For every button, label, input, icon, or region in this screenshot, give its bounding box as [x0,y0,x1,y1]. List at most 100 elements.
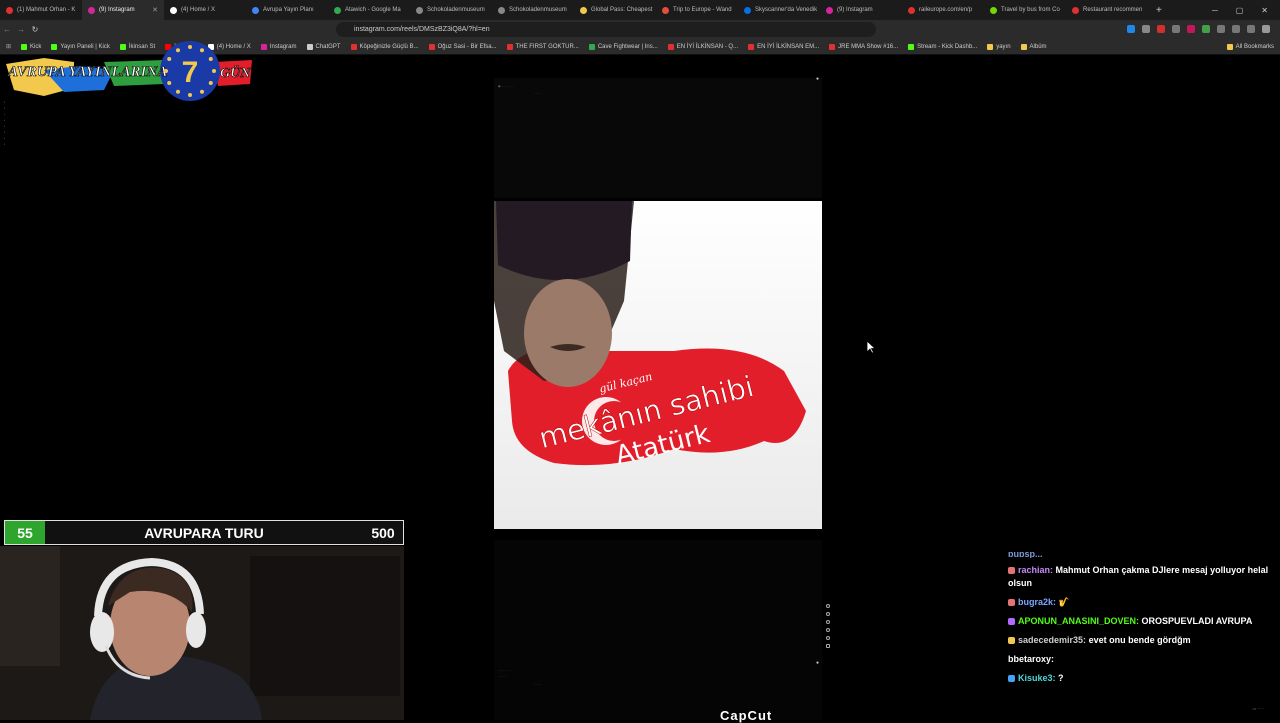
bookmark-label: Cave Fightwear | Ins... [597,43,658,50]
bookmark-item[interactable]: Oğuz Sasi - Bir Efsa... [428,43,497,50]
tab-title: (9) Instagram [99,7,135,13]
bookmark-item[interactable]: THE FIRST GOKTUR... [506,43,579,50]
browser-tab[interactable]: Atawich - Google Ma [328,0,410,20]
url-input[interactable]: instagram.com/reels/DMSzBZ3iQ8A/?hl=en [336,22,876,37]
new-tab-button[interactable]: + [1148,5,1170,16]
browser-tab[interactable]: Avrupa Yayın Planı [246,0,328,20]
bookmark-item[interactable]: yayın [987,43,1011,50]
eu-star-icon [176,48,180,53]
chat-text: evet onu bende gördğm [1088,635,1191,645]
bookmark-item[interactable]: JRE MMA Show #16... [829,43,899,50]
like-icon[interactable] [826,604,830,608]
extension-icon[interactable] [1172,25,1180,33]
extension-icon[interactable] [1187,25,1195,33]
bookmark-item[interactable]: Albüm [1020,43,1047,50]
browser-tab[interactable]: Global Pass: Cheapest [574,0,656,20]
extension-icon[interactable] [1157,25,1165,33]
browser-tab[interactable]: (9) Instagram ✕ [82,0,164,20]
profile-icon[interactable] [1247,25,1255,33]
browser-tab[interactable]: Schokoladenmuseum [410,0,492,20]
eu-star-icon [167,57,172,61]
bookmark-item[interactable]: EN İYİ İLKİNSAN EM... [748,43,819,50]
bookmark-item[interactable]: EN İYİ İLKİNSAN - Q... [667,43,738,50]
menu-icon[interactable] [1262,25,1270,33]
browser-tab[interactable]: raileurope.com/en/p [902,0,984,20]
reel-more-icon[interactable]: ● [816,76,819,82]
browser-tab[interactable]: Trip to Europe - Wand [656,0,738,20]
score-right-value: 500 [371,524,395,541]
chat-username[interactable]: Kisuke3: [1018,673,1056,683]
browser-tab[interactable]: (9) Instagram [820,0,902,20]
reel-username[interactable]: ······· · ···· [498,668,512,672]
chat-text: ? [1058,673,1064,683]
minimize-icon[interactable]: ─ [1212,6,1218,15]
bookmark-item[interactable]: Köpeğinizle Güçlü B... [350,43,419,50]
sidebar-item[interactable]: • [0,142,30,148]
bookmark-item[interactable]: Cave Fightwear | Ins... [588,43,658,50]
tab-favicon-icon [334,6,341,14]
address-bar-row: ← → ↻ instagram.com/reels/DMSzBZ3iQ8A/?h… [0,20,1280,39]
tab-title: Restaurant recommen [1083,7,1143,13]
chat-message: sadecedemir35: evet onu bende gördğm [1008,634,1270,647]
bookmark-label: Albüm [1029,43,1047,50]
all-bookmarks-button[interactable]: All Bookmarks [1226,43,1280,50]
close-window-icon[interactable]: ✕ [1261,6,1268,15]
banner-text-left: AVRUPA YAYINLARINA [7,64,167,80]
bookmark-item[interactable]: Instagram [260,43,297,50]
chat-username[interactable]: APONUN_ANASINI_DOVEN: [1018,616,1139,626]
banner-number: 7 [182,56,199,89]
chat-username[interactable]: sadecedemir35: [1018,635,1086,645]
chat-badge-icon [1008,618,1015,625]
tab-list: (1) Mahmut Orhan - K (9) Instagram ✕ (4) Ho… [0,0,1148,20]
chat-username[interactable]: bbetaroxy: [1008,654,1054,664]
extension-icon[interactable] [1202,25,1210,33]
browser-tab[interactable]: (1) Mahmut Orhan - K [0,0,82,20]
comment-icon[interactable] [826,612,830,616]
tab-favicon-icon [6,6,13,14]
chat-username[interactable]: bugra2k: [1018,597,1056,607]
reel-audio[interactable]: ········ [534,91,542,95]
next-reel[interactable]: ······· · ···· ········ · ········ [494,540,822,720]
browser-tab[interactable]: Schokoladenmuseum [492,0,574,20]
reel-more-icon[interactable]: ● [816,660,819,666]
tab-title: (9) Instagram [837,7,873,13]
tab-favicon-icon [416,6,423,14]
bookmark-item[interactable]: ChatGPT [306,43,341,50]
bookmark-item[interactable]: Stream - Kick Dashb... [908,43,977,50]
browser-tab[interactable]: Restaurant recommen [1066,0,1148,20]
save-icon[interactable] [826,628,830,632]
reel-audio[interactable]: ········ [534,682,542,686]
chat-username[interactable]: rachian: [1018,565,1053,575]
extension-icon[interactable] [1142,25,1150,33]
bookmark-label: THE FIRST GOKTUR... [515,43,579,50]
headphone-left [90,612,114,652]
bookmark-favicon-icon [588,43,595,50]
reel-username[interactable]: ◉ ······ · ···· [498,84,514,88]
score-title: AVRUPARA TURU [144,524,264,541]
portrait-face [524,279,612,387]
tab-favicon-icon [826,6,833,14]
extensions-area [1127,25,1270,33]
reload-icon[interactable]: ↻ [28,25,42,34]
tab-close-icon[interactable]: ✕ [152,6,158,14]
bookmark-label: Instagram [269,43,297,50]
bookmark-label: JRE MMA Show #16... [838,43,899,50]
eu-star-icon [167,81,172,85]
room-background [250,556,400,696]
reel-video[interactable]: gül kaçan mekânın sahibi Atatürk [494,201,822,529]
extension-icon[interactable] [1217,25,1225,33]
extension-icon[interactable] [1232,25,1240,33]
extension-icon[interactable] [1127,25,1135,33]
browser-tab[interactable]: (4) Home / X [164,0,246,20]
back-icon[interactable]: ← [0,25,14,34]
audio-icon[interactable] [826,644,830,648]
previous-reel[interactable]: ◉ ······ · ···· ········ [494,78,822,198]
share-icon[interactable] [826,620,830,624]
browser-tab[interactable]: Travel by bus from Co [984,0,1066,20]
browser-tab[interactable]: Skyscanner'da Venedik [738,0,820,20]
more-icon[interactable] [826,636,830,640]
tab-title: Atawich - Google Ma [345,7,401,13]
maximize-icon[interactable]: ▢ [1236,6,1244,15]
forward-icon[interactable]: → [14,25,28,34]
bookmark-favicon-icon [667,43,674,50]
